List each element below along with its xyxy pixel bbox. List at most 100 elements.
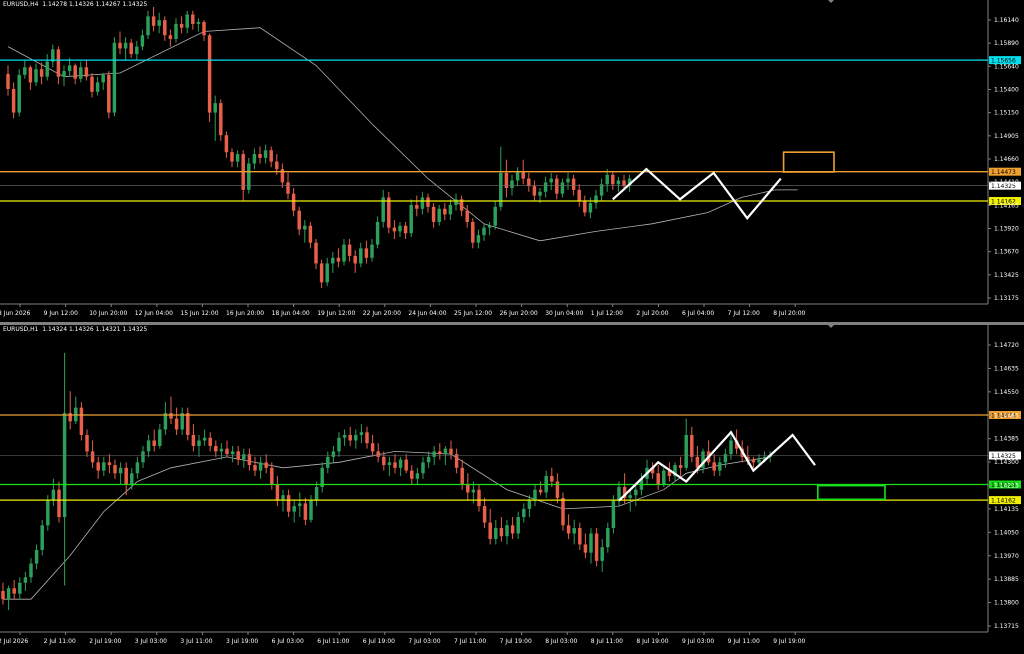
- y-tick-label: 1.15640: [994, 63, 1019, 70]
- candle-body: [303, 225, 307, 230]
- target-box: [816, 484, 886, 501]
- candle-body: [347, 244, 352, 256]
- candle-body: [449, 448, 453, 455]
- candle-body: [466, 484, 470, 493]
- candle-body: [163, 20, 167, 36]
- candle-body: [712, 462, 716, 471]
- candle-body: [325, 263, 329, 283]
- x-tick-label: 7 Jul 12:00: [728, 310, 760, 317]
- candle-body: [656, 473, 660, 485]
- candle-body: [393, 462, 397, 468]
- candle-body: [308, 225, 313, 243]
- candle-body: [151, 16, 156, 26]
- candle-body: [359, 248, 363, 264]
- h4-chart-panel[interactable]: 1.15656 1.14473 1.14162 1.14325 1.16140 1.15…: [0, 0, 1024, 322]
- candle-body: [107, 74, 111, 113]
- candle-body: [566, 525, 571, 534]
- candle-body: [420, 197, 425, 209]
- candle-body: [409, 204, 413, 234]
- candle-body: [516, 517, 520, 534]
- candle-body: [606, 528, 610, 548]
- candle-body: [403, 225, 408, 234]
- x-tick-label: 8 Jul 03:00: [545, 638, 577, 645]
- candle-body: [79, 407, 84, 435]
- candle-body: [443, 208, 447, 215]
- candle-body: [208, 437, 212, 446]
- candle-body: [6, 73, 10, 89]
- candle-body: [448, 204, 453, 215]
- candle-body: [230, 152, 234, 162]
- candle-body: [751, 459, 756, 463]
- x-tick-label: 30 Jun 04:00: [545, 310, 583, 317]
- candle-body: [370, 244, 374, 258]
- candle-body: [56, 49, 61, 77]
- candle-body: [370, 443, 375, 452]
- candle-body: [331, 257, 335, 264]
- candle-body: [314, 486, 319, 501]
- y-tick-label: 1.16140: [994, 17, 1019, 24]
- candle-body: [112, 42, 117, 113]
- h1-chart-panel[interactable]: 1.14473 1.14219 1.14162 1.14325 1.14720 1.14…: [0, 325, 1024, 650]
- candle-body: [437, 208, 441, 222]
- x-tick-label: 12 Jun 04:00: [135, 310, 173, 317]
- candle-body: [415, 204, 419, 209]
- candle-body: [230, 451, 235, 455]
- y-tick-label: 1.13920: [994, 226, 1019, 233]
- candle-body: [588, 203, 593, 213]
- candle-body: [589, 533, 593, 553]
- candle-body: [415, 473, 420, 479]
- x-tick-label: 8 Jul 11:00: [591, 638, 623, 645]
- candle-body: [326, 456, 330, 468]
- candle-body: [270, 467, 274, 485]
- x-tick-label: 10 Jun 20:00: [89, 310, 127, 317]
- candle-body: [410, 470, 414, 479]
- y-tick-label: 1.14135: [994, 506, 1019, 513]
- candle-body: [605, 174, 609, 185]
- candle-body: [561, 497, 565, 526]
- candle-body: [387, 462, 392, 466]
- candle-body: [291, 193, 296, 211]
- candle-body: [431, 206, 436, 222]
- candle-body: [96, 462, 100, 471]
- candle-body: [102, 462, 106, 471]
- candle-body: [515, 171, 520, 181]
- x-tick-label: 2 Jul 2026: [0, 638, 28, 645]
- candle-body: [252, 154, 257, 164]
- x-tick-label: 2 Jul 19:00: [89, 638, 121, 645]
- candle-body: [392, 227, 397, 232]
- candle-body: [135, 46, 139, 55]
- x-tick-label: 6 Jul 04:00: [682, 310, 714, 317]
- candle-body: [438, 451, 442, 455]
- candle-body: [17, 74, 21, 113]
- level-label-1.14473: 1.14473: [991, 169, 1016, 176]
- candle-body: [578, 528, 582, 545]
- candle-body: [432, 451, 436, 457]
- candle-body: [129, 42, 133, 55]
- h4-chart[interactable]: 1.156561.144731.141621.14325 1.161401.15…: [0, 0, 1024, 322]
- candle-body: [365, 432, 369, 444]
- candle-body: [382, 456, 386, 466]
- candle-body: [286, 495, 291, 512]
- candle-body: [482, 227, 486, 236]
- candle-body: [533, 489, 537, 501]
- candle-body: [476, 235, 481, 243]
- level-label-1.14162: 1.14162: [991, 497, 1016, 504]
- candle-body: [168, 35, 173, 40]
- candle-body: [258, 154, 262, 158]
- candle-body: [549, 178, 553, 183]
- candle-body: [550, 476, 554, 482]
- h4-chart-header: EURUSD,H4 1.14278 1.14326 1.14267 1.1432…: [3, 1, 148, 8]
- candle-body: [375, 221, 380, 245]
- candle-body: [197, 440, 201, 446]
- y-tick-label: 1.14720: [994, 342, 1019, 349]
- candle-body: [292, 506, 296, 512]
- h1-chart[interactable]: 1.144731.142191.141621.14325 1.147201.14…: [0, 325, 1024, 650]
- candle-body: [616, 180, 621, 185]
- candle-body: [560, 182, 565, 194]
- y-tick-label: 1.13715: [994, 623, 1019, 630]
- candle-body: [353, 255, 357, 264]
- candle-body: [253, 465, 257, 471]
- x-tick-label: 6 Jul 19:00: [363, 638, 395, 645]
- candle-body: [571, 178, 576, 190]
- candle-body: [45, 61, 49, 77]
